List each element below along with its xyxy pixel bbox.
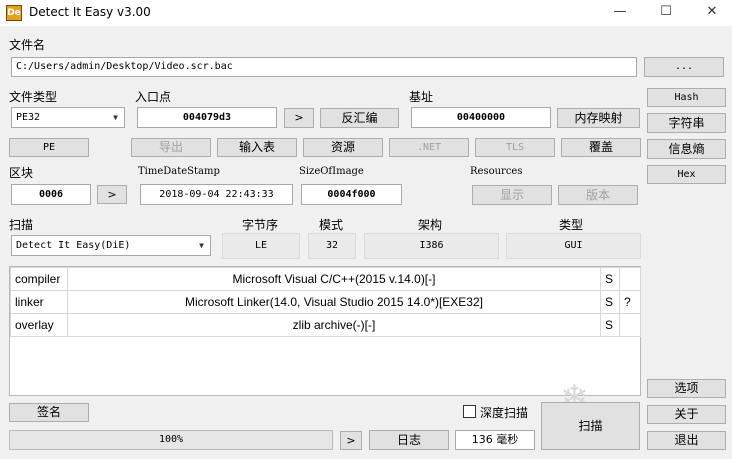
disassemble-button[interactable]: 反汇编 (320, 108, 399, 128)
file-type-value: PE32 (16, 112, 41, 123)
mode-value: 32 (308, 233, 356, 259)
size-of-image-label: SizeOfImage (299, 166, 364, 177)
entry-point-label: 入口点 (135, 90, 172, 104)
result-info[interactable] (619, 267, 641, 291)
result-info[interactable]: ? (619, 290, 641, 314)
scan-label: 扫描 (9, 218, 34, 232)
strings-button[interactable]: 字符串 (647, 113, 726, 133)
tls-button[interactable]: TLS (475, 138, 555, 157)
resources-label: Resources (470, 166, 523, 177)
window-title: Detect It Easy v3.00 (29, 5, 151, 19)
result-kind: compiler (10, 267, 68, 291)
file-type-label: 文件类型 (9, 90, 58, 104)
entry-next-button[interactable]: > (284, 108, 314, 128)
table-row[interactable]: compiler Microsoft Visual C/C++(2015 v.1… (10, 267, 641, 291)
signature-button[interactable]: 签名 (9, 403, 89, 422)
chevron-down-icon: ▼ (199, 241, 204, 250)
timestamp-label: TimeDateStamp (138, 166, 220, 177)
type-value: GUI (506, 233, 641, 259)
endianness-value: LE (222, 233, 300, 259)
result-name: Microsoft Visual C/C++(2015 v.14.0)[-] (67, 267, 601, 291)
architecture-value: I386 (364, 233, 499, 259)
result-s[interactable]: S (600, 290, 620, 314)
file-type-select[interactable]: PE32 ▼ (11, 107, 125, 128)
die-logo-icon: De (6, 5, 22, 21)
scan-button[interactable]: 扫描 (541, 402, 640, 450)
section-next-button[interactable]: > (97, 185, 127, 204)
file-name-label: 文件名 (9, 38, 46, 52)
result-s[interactable]: S (600, 267, 620, 291)
result-name: zlib archive(-)[-] (67, 313, 601, 337)
type-label: 类型 (559, 218, 584, 232)
hex-button[interactable]: Hex (647, 165, 726, 184)
dotnet-button[interactable]: .NET (389, 138, 469, 157)
maximize-button[interactable]: ☐ (643, 0, 689, 26)
minimize-button[interactable]: — (597, 0, 643, 26)
browse-button[interactable]: ... (644, 57, 724, 77)
scan-engine-value: Detect It Easy(DiE) (16, 240, 131, 251)
options-button[interactable]: 选项 (647, 379, 726, 398)
progress-next-button[interactable]: > (340, 431, 362, 450)
section-count-field[interactable]: 0006 (11, 184, 91, 205)
scan-progress-bar: 100% (9, 430, 333, 450)
scan-engine-select[interactable]: Detect It Easy(DiE) ▼ (11, 235, 211, 256)
exit-button[interactable]: 退出 (647, 431, 726, 450)
overlay-button[interactable]: 覆盖 (561, 138, 641, 157)
endianness-label: 字节序 (242, 218, 279, 232)
log-button[interactable]: 日志 (369, 430, 449, 450)
resources-show-button[interactable]: 显示 (472, 185, 552, 205)
chevron-down-icon: ▼ (113, 113, 118, 122)
result-info[interactable] (619, 313, 641, 337)
result-kind: overlay (10, 313, 68, 337)
scan-time-field: 136 毫秒 (455, 430, 535, 450)
about-button[interactable]: 关于 (647, 405, 726, 424)
resources-version-button[interactable]: 版本 (558, 185, 638, 205)
section-label: 区块 (9, 166, 34, 180)
table-row[interactable]: linker Microsoft Linker(14.0, Visual Stu… (10, 290, 641, 314)
entry-point-field[interactable]: 004079d3 (137, 107, 277, 128)
base-address-field[interactable]: 00400000 (411, 107, 551, 128)
mode-label: 模式 (319, 218, 344, 232)
result-name: Microsoft Linker(14.0, Visual Studio 201… (67, 290, 601, 314)
table-row[interactable]: overlay zlib archive(-)[-] S (10, 313, 641, 337)
resource-button[interactable]: 资源 (303, 138, 383, 157)
pe-button[interactable]: PE (9, 138, 89, 157)
base-address-label: 基址 (409, 90, 434, 104)
export-button[interactable]: 导出 (131, 138, 211, 157)
memory-map-button[interactable]: 内存映射 (557, 108, 640, 128)
size-of-image-field[interactable]: 0004f000 (301, 184, 402, 205)
close-button[interactable]: ✕ (689, 0, 732, 26)
hash-button[interactable]: Hash (647, 88, 726, 107)
result-s[interactable]: S (600, 313, 620, 337)
result-kind: linker (10, 290, 68, 314)
file-path-field[interactable]: C:/Users/admin/Desktop/Video.scr.bac (11, 57, 637, 77)
import-table-button[interactable]: 输入表 (217, 138, 297, 157)
entropy-button[interactable]: 信息熵 (647, 139, 726, 159)
detection-results-panel: compiler Microsoft Visual C/C++(2015 v.1… (9, 266, 641, 396)
deep-scan-label: 深度扫描 (480, 406, 529, 420)
architecture-label: 架构 (418, 218, 443, 232)
deep-scan-checkbox[interactable] (463, 405, 476, 418)
timestamp-field[interactable]: 2018-09-04 22:43:33 (140, 184, 293, 205)
